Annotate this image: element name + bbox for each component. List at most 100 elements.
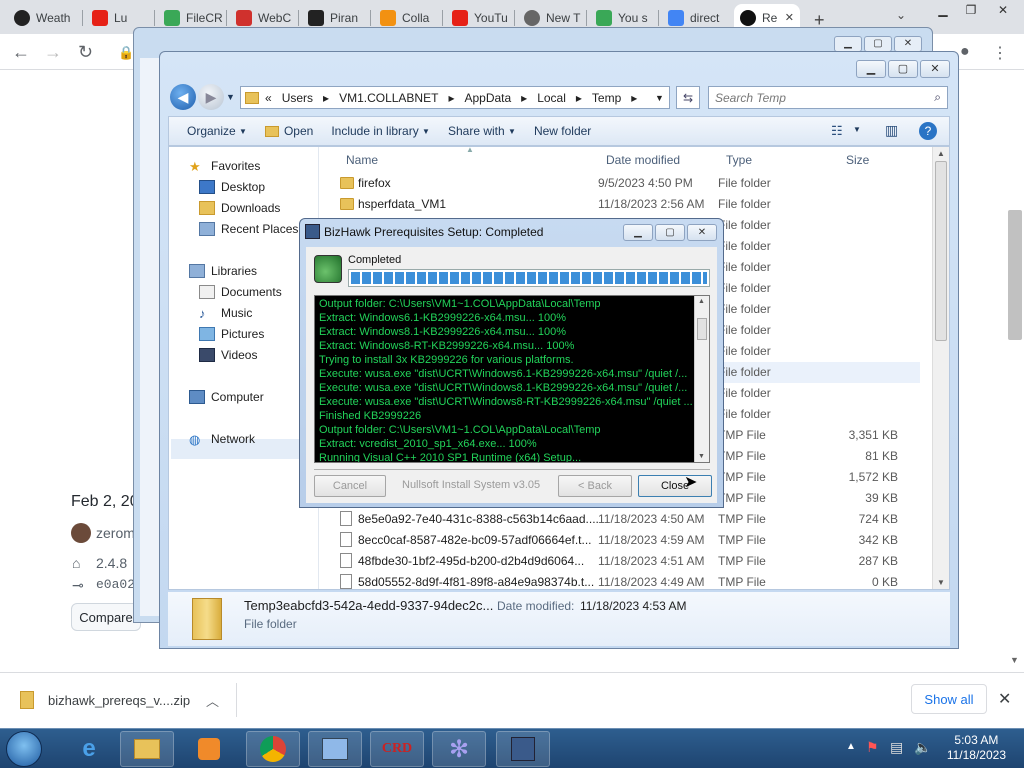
page-scrollbar-thumb[interactable]: [1008, 210, 1022, 340]
forward-arrow-icon[interactable]: →: [44, 42, 62, 63]
file-row[interactable]: 8e5e0a92-7e40-431c-8388-c563b14c6aad....…: [330, 509, 920, 530]
tab-search-chevron-icon[interactable]: ⌄: [896, 8, 906, 22]
preview-pane-icon[interactable]: ▥: [885, 122, 898, 139]
nav-downloads[interactable]: Downloads: [199, 201, 280, 215]
author-name[interactable]: zerom: [96, 525, 135, 541]
nav-music[interactable]: ♪ Music: [199, 306, 252, 321]
breadcrumb-local[interactable]: Local: [537, 91, 566, 105]
breadcrumb-overflow[interactable]: «: [265, 91, 272, 105]
open-button[interactable]: Open: [264, 124, 313, 138]
download-filename[interactable]: bizhawk_prereqs_v....zip: [48, 693, 190, 708]
breadcrumb-sep-icon[interactable]: ▸: [448, 91, 454, 105]
view-chevron-down-icon[interactable]: ▼: [853, 125, 861, 134]
breadcrumb-sep-icon[interactable]: ▸: [631, 91, 637, 105]
cancel-button[interactable]: Cancel: [314, 475, 386, 497]
nav-libraries[interactable]: Libraries: [189, 264, 257, 278]
download-bar-close-icon[interactable]: ✕: [998, 689, 1011, 709]
nav-pictures[interactable]: Pictures: [199, 327, 264, 341]
help-icon[interactable]: ?: [919, 122, 937, 140]
close-button[interactable]: Close: [638, 475, 712, 497]
tray-action-center-icon[interactable]: ⚑: [866, 739, 879, 756]
reload-icon[interactable]: ↻: [78, 42, 93, 63]
taskbar-crd-icon[interactable]: CRD: [370, 731, 424, 767]
file-list-scrollbar[interactable]: ▲ ▼: [932, 147, 949, 589]
breadcrumb-sep-icon[interactable]: ▸: [323, 91, 329, 105]
tray-expand-icon[interactable]: ▲: [846, 741, 856, 752]
log-scroll-down-icon[interactable]: ▼: [698, 453, 705, 460]
compare-button[interactable]: Compare: [71, 603, 141, 631]
breadcrumb-users[interactable]: Users: [282, 91, 313, 105]
organize-menu[interactable]: Organize ▼: [187, 124, 247, 138]
back-arrow-icon[interactable]: ←: [12, 42, 30, 63]
back-window-minimize-icon[interactable]: ▁: [834, 36, 862, 52]
taskbar-snowflake-app-icon[interactable]: ✻: [432, 731, 486, 767]
file-row[interactable]: 8ecc0caf-8587-482e-bc09-57adf06664ef.t..…: [330, 530, 920, 551]
tray-network-icon[interactable]: ▤: [890, 739, 903, 756]
address-dropdown-icon[interactable]: ▼: [655, 93, 664, 103]
browser-minimize-icon[interactable]: ▁: [928, 0, 958, 20]
close-tab-icon[interactable]: ✕: [785, 11, 794, 24]
back-button[interactable]: < Back: [558, 475, 632, 497]
back-window-maximize-icon[interactable]: ▢: [864, 36, 892, 52]
address-bar[interactable]: « Users ▸ VM1.COLLABNET ▸ AppData ▸ Loca…: [240, 86, 670, 109]
log-scrollbar[interactable]: ▲ ▼: [694, 296, 709, 462]
installer-maximize-icon[interactable]: ▢: [655, 224, 685, 241]
taskbar-media-player-icon[interactable]: [182, 731, 236, 767]
nav-documents[interactable]: Documents: [199, 285, 282, 299]
browser-restore-icon[interactable]: ❐: [956, 0, 986, 20]
explorer-back-icon[interactable]: ◀: [170, 84, 196, 110]
column-header-type[interactable]: Type: [726, 153, 752, 167]
explorer-minimize-icon[interactable]: ▁: [856, 60, 886, 78]
installer-log[interactable]: Output folder: C:\Users\VM1~1.COL\AppDat…: [314, 295, 710, 463]
column-header-date[interactable]: Date modified: [606, 153, 680, 167]
nav-recent-places[interactable]: Recent Places: [199, 222, 298, 236]
taskbar-chrome-icon[interactable]: [246, 731, 300, 767]
file-row[interactable]: 48fbde30-1bf2-495d-b200-d2b4d9d6064... 11…: [330, 551, 920, 572]
refresh-icon[interactable]: ⇆: [676, 86, 700, 109]
log-scroll-thumb[interactable]: [697, 318, 707, 340]
breadcrumb-sep-icon[interactable]: ▸: [576, 91, 582, 105]
file-row[interactable]: 58d05552-8d9f-4f81-89f8-a84e9a98374b.t..…: [330, 572, 920, 593]
page-scroll-down-icon[interactable]: ▼: [1010, 655, 1019, 665]
breadcrumb-appdata[interactable]: AppData: [464, 91, 511, 105]
view-options-icon[interactable]: ☷: [831, 123, 843, 139]
nav-network[interactable]: ◍ Network: [189, 432, 255, 447]
file-list-scroll-thumb[interactable]: [935, 161, 947, 341]
nav-videos[interactable]: Videos: [199, 348, 257, 362]
recent-pages-chevron-icon[interactable]: ▼: [226, 92, 235, 102]
file-row[interactable]: firefox 9/5/2023 4:50 PM File folder: [330, 173, 920, 194]
taskbar-clock[interactable]: 5:03 AM 11/18/2023: [947, 733, 1006, 763]
installer-minimize-icon[interactable]: ▁: [623, 224, 653, 241]
explorer-close-icon[interactable]: ✕: [920, 60, 950, 78]
search-input[interactable]: Search Temp ⌕: [708, 86, 948, 109]
nav-computer[interactable]: Computer: [189, 390, 264, 404]
explorer-maximize-icon[interactable]: ▢: [888, 60, 918, 78]
search-icon[interactable]: ⌕: [934, 90, 941, 105]
back-window-close-icon[interactable]: ✕: [894, 36, 922, 52]
log-scroll-up-icon[interactable]: ▲: [698, 298, 705, 305]
breadcrumb-vm1[interactable]: VM1.COLLABNET: [339, 91, 438, 105]
show-all-button[interactable]: Show all: [911, 684, 987, 714]
taskbar-ie-icon[interactable]: e: [62, 731, 116, 767]
nav-favorites[interactable]: ★ Favorites: [189, 159, 260, 174]
share-with-menu[interactable]: Share with ▼: [448, 124, 516, 138]
profile-avatar-icon[interactable]: ●: [960, 43, 970, 61]
column-header-size[interactable]: Size: [846, 153, 869, 167]
taskbar-control-panel-icon[interactable]: [308, 731, 362, 767]
include-in-library-menu[interactable]: Include in library ▼: [331, 124, 430, 138]
commit-hash[interactable]: e0a02: [96, 577, 135, 592]
nav-desktop[interactable]: Desktop: [199, 180, 265, 194]
tray-volume-icon[interactable]: 🔈: [914, 739, 931, 756]
explorer-forward-icon[interactable]: ▶: [198, 84, 224, 110]
browser-tab[interactable]: Weath: [8, 4, 80, 32]
column-header-name[interactable]: Name: [346, 153, 378, 167]
new-folder-button[interactable]: New folder: [534, 124, 591, 138]
installer-close-icon[interactable]: ✕: [687, 224, 717, 241]
author-avatar[interactable]: [71, 523, 91, 543]
download-chevron-up-icon[interactable]: ︿: [206, 691, 219, 710]
start-button[interactable]: [6, 731, 42, 767]
scroll-up-icon[interactable]: ▲: [937, 149, 945, 158]
scroll-down-icon[interactable]: ▼: [937, 578, 945, 587]
breadcrumb-temp[interactable]: Temp: [592, 91, 621, 105]
breadcrumb-sep-icon[interactable]: ▸: [521, 91, 527, 105]
